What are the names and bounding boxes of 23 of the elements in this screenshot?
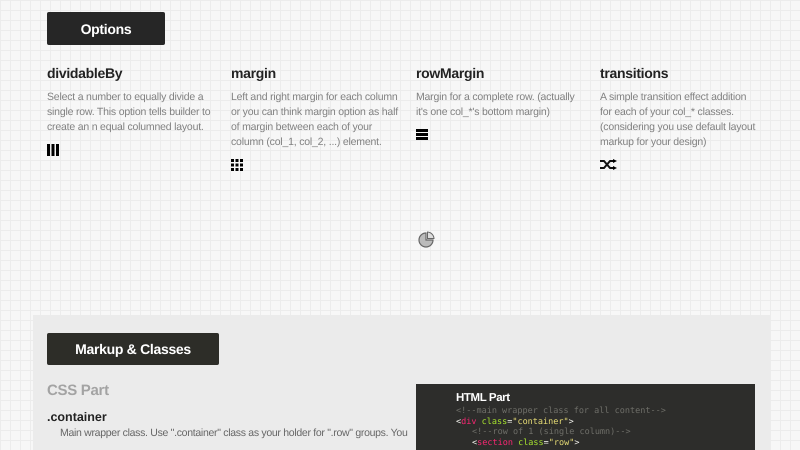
menu-icon [416, 129, 428, 140]
option-description: Left and right margin for each column or you can think margin option as half of margin between each of your column (col_1, col_2, ...) element. [231, 90, 400, 150]
loading-icon [416, 231, 434, 249]
markup-classes-button[interactable]: Markup & Classes [47, 333, 219, 365]
html-part-heading: HTML Part [456, 391, 511, 405]
option-title: rowMargin [416, 65, 484, 81]
code-line: <!--main wrapper class for all content--> [456, 406, 667, 416]
option-title: dividableBy [47, 65, 122, 81]
code-line: <section class="row"> [472, 438, 581, 448]
option-title: margin [231, 65, 276, 81]
code-line: <div class="container"> [456, 416, 575, 427]
options-button[interactable]: Options [47, 12, 165, 45]
columns-icon [47, 144, 59, 156]
grid-icon [231, 159, 243, 171]
code-line: <!--row of 1 (single column)--> [472, 427, 632, 438]
option-title: transitions [600, 65, 668, 81]
css-part-heading: CSS Part [47, 382, 110, 399]
option-description: Select a number to equally divide a single row. This option tells builder to create an n equal columned layout. [47, 90, 212, 135]
option-description: Margin for a complete row. (actually it's one col_*'s bottom margin) [416, 90, 576, 120]
class-description: Main wrapper class. Use ".container" class as your holder for ".row" groups. You [60, 427, 408, 439]
option-description: A simple transition effect addition for each of your col_* classes. (considering you use default layout markup for your design) [600, 90, 756, 150]
shuffle-icon [600, 159, 617, 170]
class-name: .container [47, 410, 108, 424]
